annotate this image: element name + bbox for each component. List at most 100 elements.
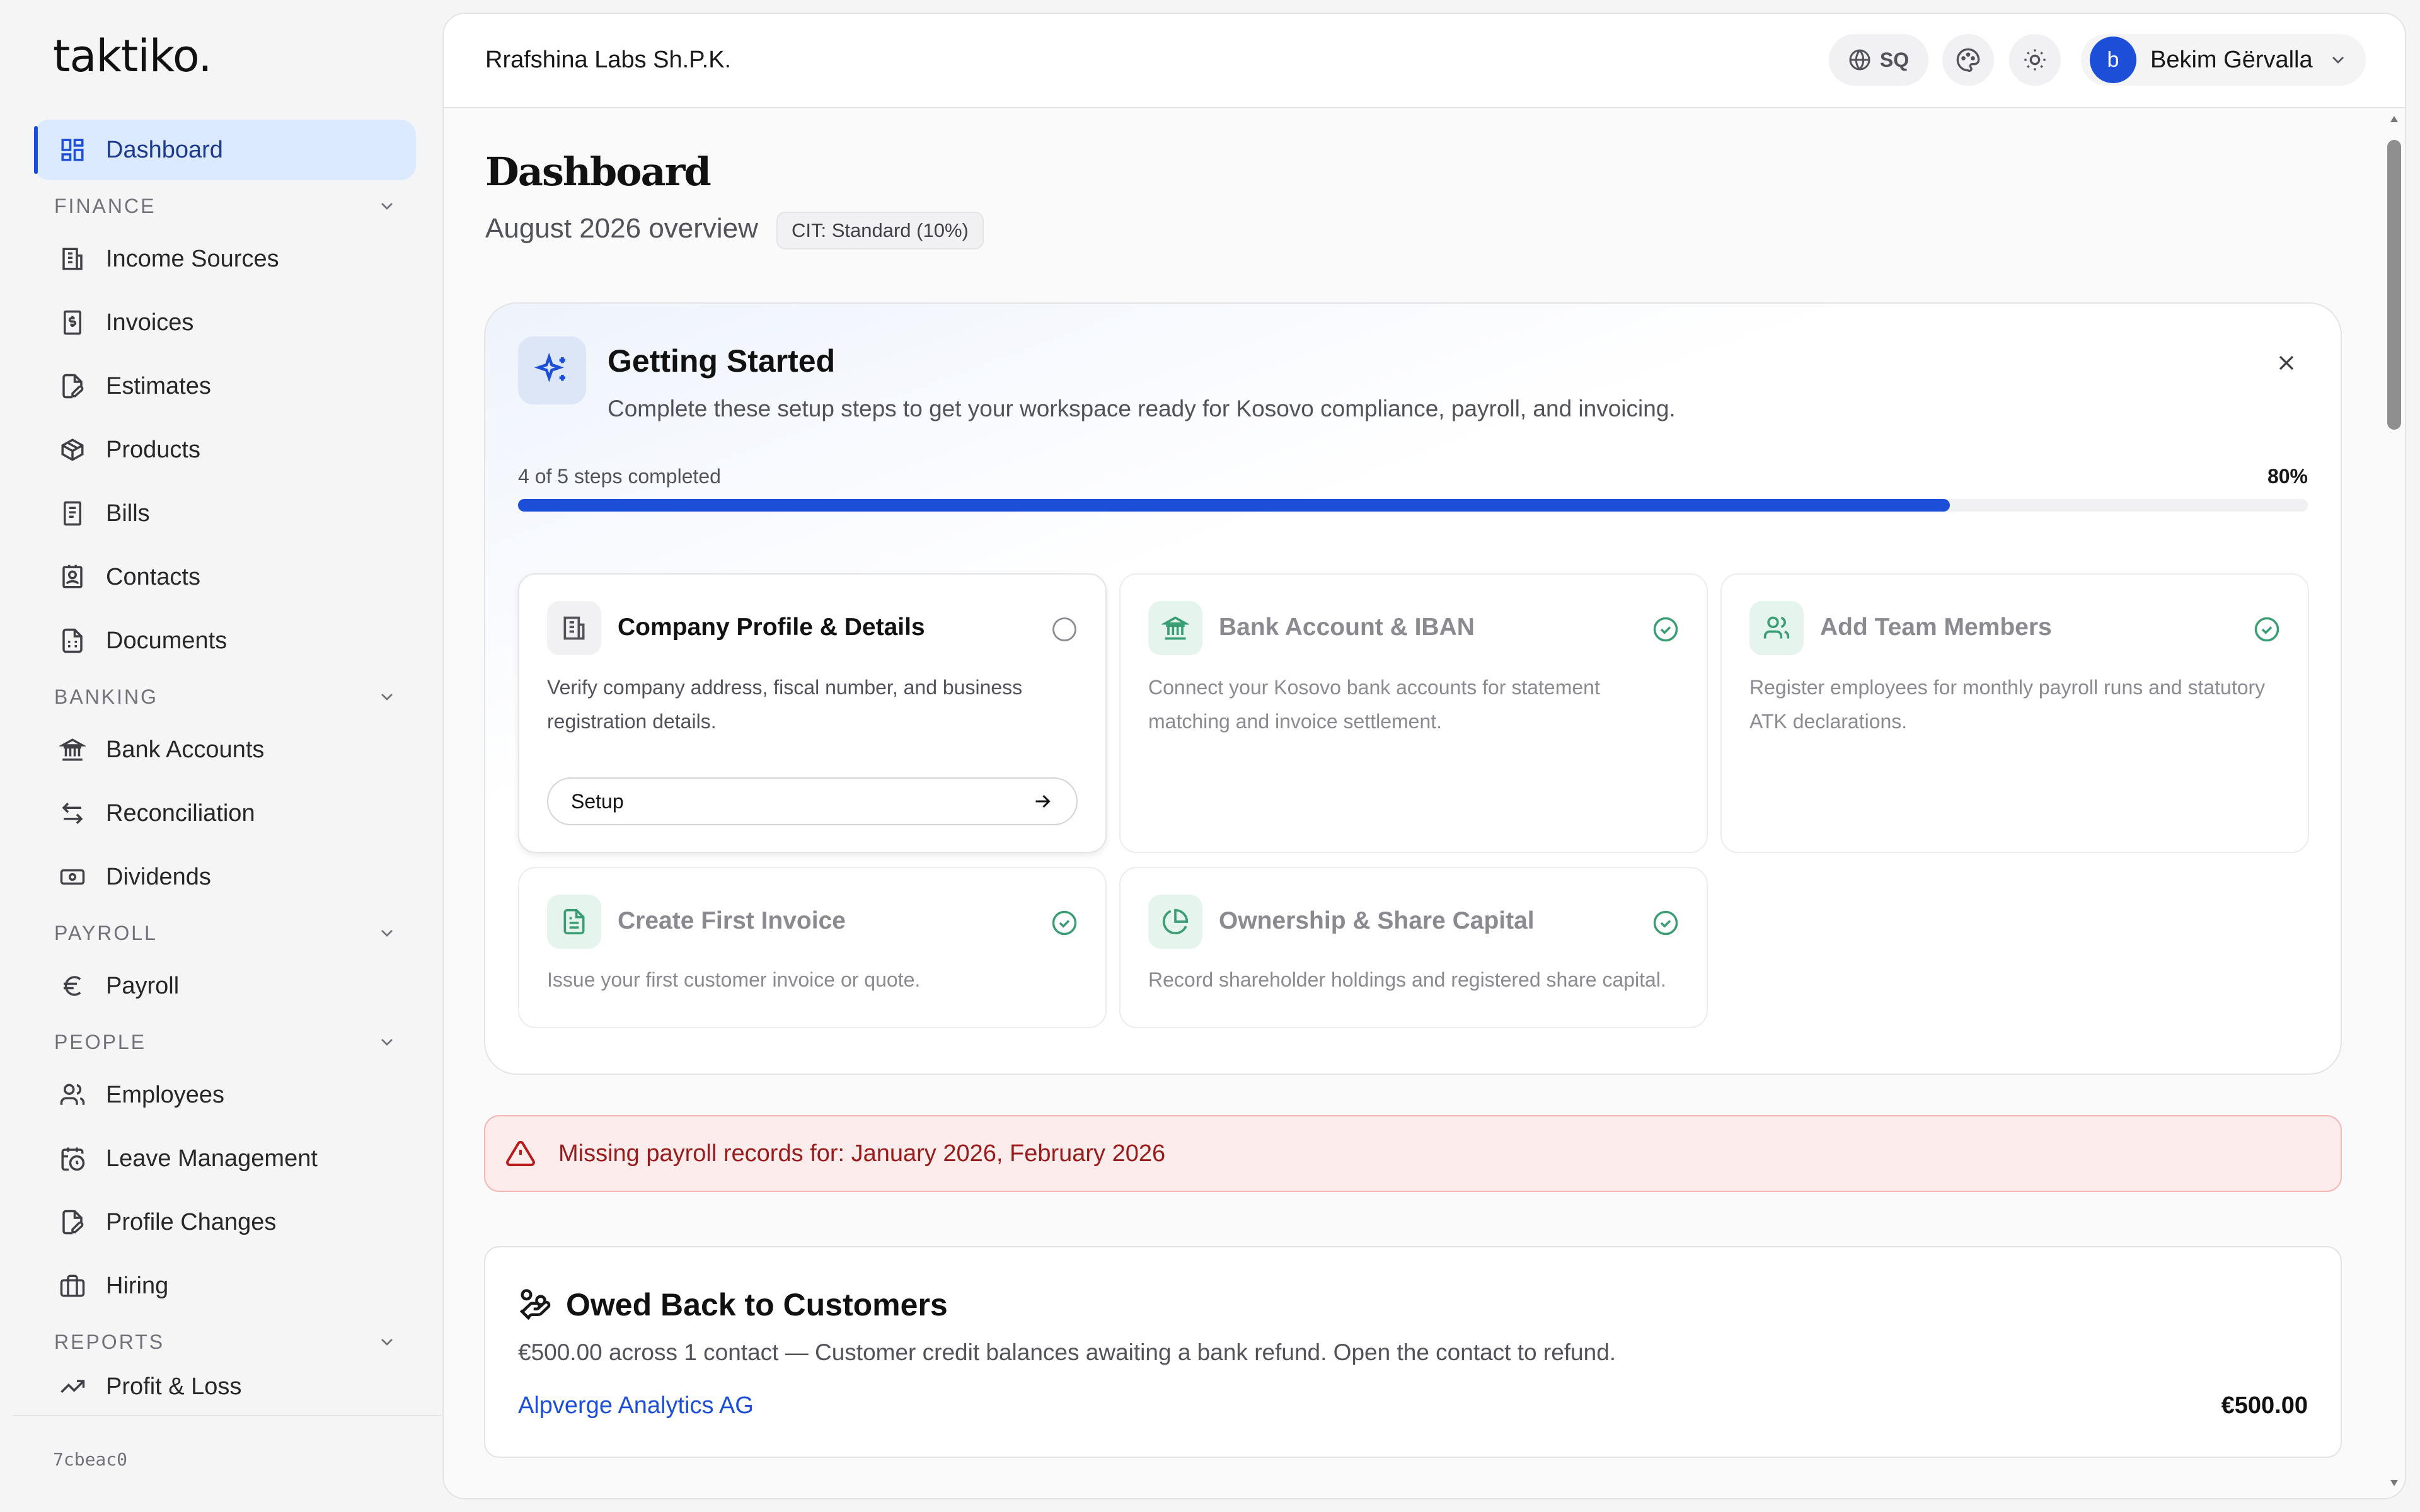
payroll-missing-alert: Missing payroll records for: January 202… [484,1115,2342,1192]
pie-chart-icon [1148,895,1202,949]
scrollbar-thumb[interactable] [2387,140,2401,430]
arrows-swap-icon [62,803,83,824]
language-code: SQ [1879,48,1910,71]
sidebar-item-income-sources[interactable]: Income Sources [34,229,416,289]
nav-group-people[interactable]: PEOPLE [34,1019,416,1065]
sidebar-item-dividends[interactable]: Dividends [34,847,416,907]
palette-button[interactable] [1942,34,1994,86]
step-title: Company Profile & Details [618,614,925,641]
building-icon [547,601,601,655]
sidebar-item-label: Dividends [106,863,211,890]
setup-button[interactable]: Setup [547,777,1078,825]
nav-group-title: PEOPLE [54,1030,147,1053]
calendar-clock-icon [61,1147,85,1171]
getting-started-description: Complete these setup steps to get your w… [608,396,1676,421]
sidebar-item-label: Products [106,436,200,463]
progress-bar [518,499,2308,512]
scroll-down-arrow-icon[interactable] [2389,1479,2399,1487]
chevron-down-icon [381,694,393,701]
organization-name[interactable]: Rrafshina Labs Sh.P.K. [485,47,731,74]
sidebar-item-bills[interactable]: Bills [34,483,416,544]
language-switcher[interactable]: SQ [1829,34,1928,86]
progress-bar-fill [518,499,1950,512]
chevron-down-icon [381,203,393,210]
bill-icon [64,501,81,526]
sidebar-item-label: Bank Accounts [106,736,265,763]
getting-started-title: Getting Started [608,343,836,379]
step-ownership-share-capital[interactable]: Ownership & Share Capital Record shareho… [1119,867,1708,1028]
step-team-members[interactable]: Add Team Members Register employees for … [1720,573,2309,853]
sidebar-item-label: Dashboard [106,136,223,163]
sidebar-item-label: Bills [106,500,150,527]
avatar: b [2090,37,2136,83]
nav-group-reports[interactable]: REPORTS [34,1319,416,1365]
sidebar-item-label: Estimates [106,372,211,399]
page-subtitle: August 2026 overview [485,213,758,244]
sidebar-item-employees[interactable]: Employees [34,1065,416,1125]
warning-triangle-icon [506,1140,535,1166]
sidebar-item-label: Leave Management [106,1145,318,1172]
sidebar-item-estimates[interactable]: Estimates [34,356,416,416]
owed-contact-link[interactable]: Alpverge Analytics AG [518,1392,754,1419]
progress-percent: 80% [2267,465,2308,488]
banknote-icon [60,869,85,885]
sidebar-item-label: Reconciliation [106,799,255,827]
sparkles-icon [518,336,586,404]
sidebar-item-dashboard[interactable]: Dashboard [34,120,416,180]
step-description: Record shareholder holdings and register… [1148,968,1666,991]
file-edit-icon [62,1210,84,1235]
getting-started-card: Getting Started Complete these setup ste… [484,302,2342,1075]
sidebar-item-bank-accounts[interactable]: Bank Accounts [34,719,416,780]
trending-up-icon [60,1380,85,1393]
hand-coins-icon [519,1289,551,1320]
briefcase-icon [60,1274,85,1297]
check-circle-icon [1653,617,1678,642]
contact-icon [62,564,83,588]
sidebar-item-profit-loss[interactable]: Profit & Loss [34,1365,416,1409]
sidebar-item-hiring[interactable]: Hiring [34,1256,416,1316]
theme-toggle-button[interactable] [2009,34,2061,86]
sun-icon [2024,49,2046,71]
owed-description: €500.00 across 1 contact — Customer cred… [518,1339,1616,1365]
sidebar-item-leave-management[interactable]: Leave Management [34,1128,416,1189]
close-icon[interactable] [2274,350,2299,375]
nav-group-title: PAYROLL [54,921,158,944]
alert-message: Missing payroll records for: January 202… [558,1140,1166,1167]
nav-group-finance[interactable]: FINANCE [34,183,416,229]
palette-icon [1956,48,1980,72]
nav-group-banking[interactable]: BANKING [34,674,416,719]
step-description: Register employees for monthly payroll r… [1749,676,2266,733]
chevron-down-icon [2332,57,2344,64]
step-title: Ownership & Share Capital [1219,907,1535,934]
user-menu-button[interactable]: b Bekim Gërvalla [2081,34,2366,86]
file-pen-icon [62,374,84,399]
chevron-down-icon [381,930,393,937]
users-icon [60,1084,85,1105]
arrow-right-icon [1035,794,1051,808]
document-icon [62,628,83,653]
scroll-up-arrow-icon[interactable] [2389,115,2399,123]
sidebar-item-reconciliation[interactable]: Reconciliation [34,783,416,844]
nav-group-title: FINANCE [54,194,156,217]
sidebar-item-profile-changes[interactable]: Profile Changes [34,1192,416,1252]
sidebar-item-label: Payroll [106,972,180,999]
step-company-profile[interactable]: Company Profile & Details Verify company… [518,573,1107,853]
sidebar-nav: Dashboard FINANCE Income Sources Invoice… [34,120,416,1412]
sidebar-item-invoices[interactable]: Invoices [34,292,416,353]
sidebar-item-contacts[interactable]: Contacts [34,547,416,607]
receipt-dollar-icon [64,310,81,335]
version-label: 7cbeac0 [53,1449,128,1470]
globe-icon [1849,49,1870,71]
step-first-invoice[interactable]: Create First Invoice Issue your first cu… [518,867,1107,1028]
document-icon [547,895,601,949]
sidebar-item-products[interactable]: Products [34,420,416,480]
check-circle-icon [1653,910,1678,936]
nav-group-payroll[interactable]: PAYROLL [34,910,416,956]
main-panel: Rrafshina Labs Sh.P.K. Dashboard August … [442,13,2406,1499]
step-bank-account[interactable]: Bank Account & IBAN Connect your Kosovo … [1119,573,1708,853]
sidebar-item-documents[interactable]: Documents [34,610,416,671]
step-description: Issue your first customer invoice or quo… [547,968,921,991]
app-logo[interactable]: taktiko. [53,30,212,82]
sidebar-item-payroll[interactable]: Payroll [34,956,416,1016]
chevron-down-icon [381,1039,393,1046]
